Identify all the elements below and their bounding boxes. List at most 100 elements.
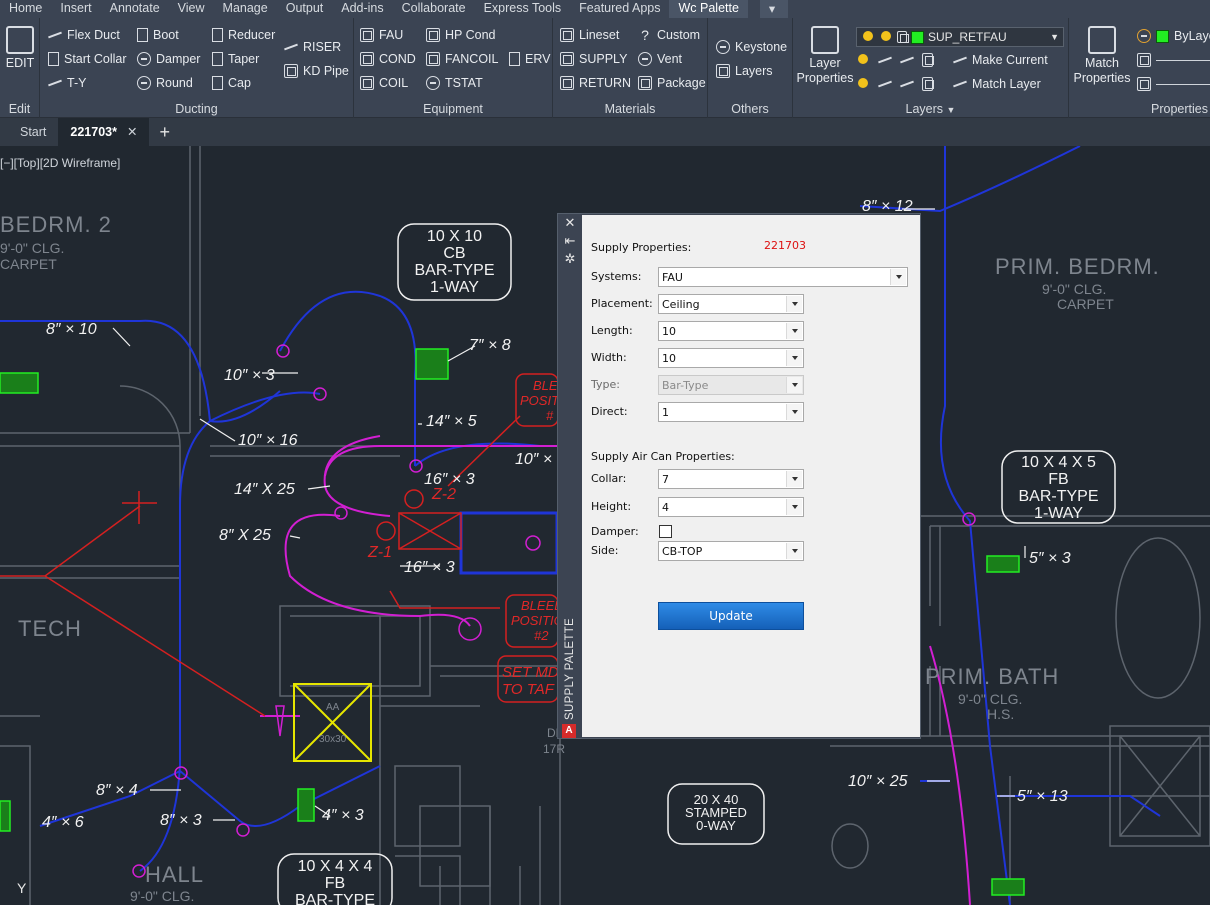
ribbon: EDIT Edit Flex Duct Start Collar T-Y Boo… bbox=[0, 18, 1210, 118]
riser-label: RISER bbox=[303, 40, 342, 54]
layer-on-icon[interactable] bbox=[856, 77, 870, 91]
tab-wc-palette[interactable]: Wc Palette bbox=[669, 0, 748, 18]
start-collar-button[interactable]: Start Collar bbox=[48, 49, 127, 69]
room-floor: CARPET bbox=[1057, 296, 1114, 312]
duct-size-label: 4″ × 6 bbox=[42, 814, 84, 831]
supply-button[interactable]: SUPPLY bbox=[560, 49, 627, 69]
linetype-dropdown[interactable] bbox=[1137, 74, 1210, 94]
autocad-logo-icon: A bbox=[562, 724, 576, 738]
keystone-button[interactable]: Keystone bbox=[716, 37, 787, 57]
return-button[interactable]: RETURN bbox=[560, 73, 631, 93]
systems-value: FAU bbox=[662, 271, 683, 284]
length-select[interactable]: 10 bbox=[658, 321, 804, 341]
coil-button[interactable]: COIL bbox=[360, 73, 408, 93]
custom-button[interactable]: ? Custom bbox=[638, 25, 700, 45]
fancoil-button[interactable]: FANCOIL bbox=[426, 49, 499, 69]
tab-express-tools[interactable]: Express Tools bbox=[475, 0, 571, 18]
cap-button[interactable]: Cap bbox=[212, 73, 251, 93]
cond-button[interactable]: COND bbox=[360, 49, 416, 69]
setpoint-note: TO TAF bbox=[502, 681, 554, 698]
new-tab-button[interactable]: + bbox=[149, 122, 180, 143]
sun-icon bbox=[879, 30, 893, 44]
height-select[interactable]: 4 bbox=[658, 497, 804, 517]
update-button[interactable]: Update bbox=[658, 602, 804, 630]
match-properties-button[interactable]: Match Properties bbox=[1073, 26, 1131, 86]
reducer-button[interactable]: Reducer bbox=[212, 25, 275, 45]
panel-ducting: Flex Duct Start Collar T-Y Boot Damper R… bbox=[40, 18, 354, 118]
height-label: Height: bbox=[591, 500, 632, 513]
lineweight-dropdown[interactable] bbox=[1137, 50, 1210, 70]
room-ceiling: 9'-0" CLG. bbox=[0, 240, 65, 256]
close-icon[interactable]: ✕ bbox=[127, 125, 137, 139]
viewport-label[interactable]: [−][Top][2D Wireframe] bbox=[0, 156, 120, 170]
layer-unlock-icon[interactable] bbox=[922, 77, 934, 91]
round-button[interactable]: Round bbox=[137, 73, 193, 93]
direct-select[interactable]: 1 bbox=[658, 402, 804, 422]
drawing-tab-label: 221703* bbox=[70, 125, 117, 139]
tab-annotate[interactable]: Annotate bbox=[101, 0, 169, 18]
gear-icon[interactable]: ✲ bbox=[558, 250, 582, 268]
tab-add-ins[interactable]: Add-ins bbox=[332, 0, 392, 18]
others-layers-button[interactable]: Layers bbox=[716, 61, 773, 81]
autohide-icon[interactable]: ⇤ bbox=[558, 232, 582, 250]
tab-collaborate[interactable]: Collaborate bbox=[393, 0, 475, 18]
vent-label: Vent bbox=[657, 52, 683, 66]
layer-freeze-icon[interactable] bbox=[900, 53, 914, 67]
hp-cond-button[interactable]: HP Cond bbox=[426, 25, 496, 45]
erv-button[interactable]: ERV bbox=[509, 49, 550, 69]
tab-featured-apps[interactable]: Featured Apps bbox=[570, 0, 669, 18]
riser-button[interactable]: RISER bbox=[284, 37, 341, 57]
package-button[interactable]: Package bbox=[638, 73, 706, 93]
room-floor: CARPET bbox=[0, 256, 57, 272]
t-y-button[interactable]: T-Y bbox=[48, 73, 86, 93]
layer-unisolate-icon[interactable] bbox=[878, 77, 892, 91]
tab-insert[interactable]: Insert bbox=[51, 0, 100, 18]
tab-drawing-221703[interactable]: 221703* ✕ bbox=[58, 118, 150, 146]
color-dropdown[interactable]: ByLayer bbox=[1137, 26, 1210, 46]
keystone-icon bbox=[716, 40, 730, 54]
match-properties-icon bbox=[1088, 26, 1116, 54]
tab-manage[interactable]: Manage bbox=[214, 0, 277, 18]
tstat-button[interactable]: TSTAT bbox=[426, 73, 483, 93]
layer-off-icon[interactable] bbox=[856, 53, 870, 67]
vent-button[interactable]: Vent bbox=[638, 49, 682, 69]
placement-select[interactable]: Ceiling bbox=[658, 294, 804, 314]
damper-checkbox[interactable] bbox=[659, 525, 672, 538]
taper-button[interactable]: Taper bbox=[212, 49, 259, 69]
match-layer-button[interactable]: Match Layer bbox=[953, 74, 1041, 94]
kd-pipe-button[interactable]: KD Pipe bbox=[284, 61, 349, 81]
panel-title-layers[interactable]: Layers ▼ bbox=[793, 102, 1068, 116]
tab-output[interactable]: Output bbox=[277, 0, 333, 18]
boot-button[interactable]: Boot bbox=[137, 25, 179, 45]
layer-properties-button[interactable]: Layer Properties bbox=[795, 26, 855, 86]
panel-equipment: FAU COND COIL HP Cond FANCOIL TSTAT ERV … bbox=[354, 18, 553, 118]
close-icon[interactable]: ✕ bbox=[558, 214, 582, 232]
tab-view[interactable]: View bbox=[169, 0, 214, 18]
tab-start[interactable]: Start bbox=[8, 118, 58, 146]
make-current-button[interactable]: Make Current bbox=[953, 50, 1048, 70]
layer-thaw-icon[interactable] bbox=[900, 77, 914, 91]
layer-lock-icon[interactable] bbox=[922, 53, 934, 67]
boot-label: Boot bbox=[153, 28, 179, 42]
palette-title-strip[interactable]: ✕ ⇤ ✲ SUPPLY PALETTE A bbox=[558, 214, 582, 738]
fau-button[interactable]: FAU bbox=[360, 25, 403, 45]
damper-button[interactable]: Damper bbox=[137, 49, 200, 69]
tab-home[interactable]: Home bbox=[0, 0, 51, 18]
flex-duct-button[interactable]: Flex Duct bbox=[48, 25, 120, 45]
edit-button[interactable]: EDIT bbox=[4, 26, 36, 71]
lineset-button[interactable]: Lineset bbox=[560, 25, 619, 45]
layer-isolate-icon[interactable] bbox=[878, 53, 892, 67]
match-layer-label: Match Layer bbox=[972, 77, 1041, 91]
workspace-toggle-icon[interactable]: ▾ bbox=[759, 0, 788, 18]
collar-select[interactable]: 7 bbox=[658, 469, 804, 489]
damper-icon bbox=[137, 52, 151, 66]
layer-dropdown[interactable]: SUP_RETFAU ▼ bbox=[856, 27, 1064, 47]
chevron-down-icon bbox=[890, 269, 906, 285]
match-layer-icon bbox=[953, 77, 967, 91]
systems-select[interactable]: FAU bbox=[658, 267, 908, 287]
side-select[interactable]: CB-TOP bbox=[658, 541, 804, 561]
width-select[interactable]: 10 bbox=[658, 348, 804, 368]
round-label: Round bbox=[156, 76, 193, 90]
file-tab-menu-icon[interactable] bbox=[0, 118, 8, 146]
room-ceiling: 9'-0" CLG. bbox=[130, 888, 195, 904]
